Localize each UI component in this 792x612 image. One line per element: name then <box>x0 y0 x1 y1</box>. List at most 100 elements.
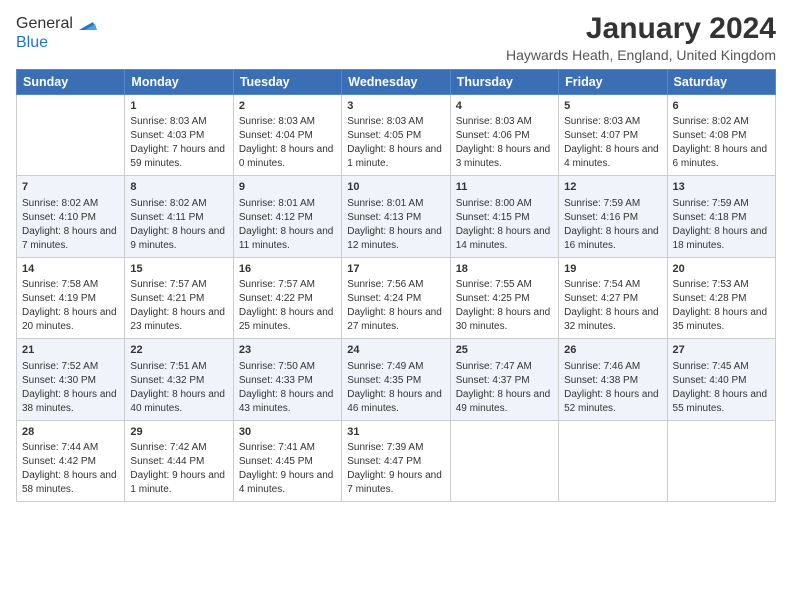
day-number: 3 <box>347 99 444 114</box>
col-header-saturday: Saturday <box>667 70 775 95</box>
daylight-text: Daylight: 8 hours and 4 minutes. <box>564 143 661 171</box>
daylight-text: Daylight: 8 hours and 23 minutes. <box>130 306 227 334</box>
day-cell: 5Sunrise: 8:03 AMSunset: 4:07 PMDaylight… <box>559 95 667 176</box>
sunrise-text: Sunrise: 8:03 AM <box>239 115 336 129</box>
sunset-text: Sunset: 4:13 PM <box>347 211 444 225</box>
logo-text: General Blue <box>16 14 97 52</box>
logo: General Blue <box>16 14 97 52</box>
day-cell: 24Sunrise: 7:49 AMSunset: 4:35 PMDayligh… <box>342 339 450 420</box>
daylight-text: Daylight: 8 hours and 38 minutes. <box>22 388 119 416</box>
week-row-2: 7Sunrise: 8:02 AMSunset: 4:10 PMDaylight… <box>17 176 776 257</box>
sunset-text: Sunset: 4:05 PM <box>347 129 444 143</box>
sunset-text: Sunset: 4:25 PM <box>456 292 553 306</box>
daylight-text: Daylight: 8 hours and 3 minutes. <box>456 143 553 171</box>
sunset-text: Sunset: 4:27 PM <box>564 292 661 306</box>
day-cell: 16Sunrise: 7:57 AMSunset: 4:22 PMDayligh… <box>233 257 341 338</box>
main-title: January 2024 <box>506 12 776 45</box>
week-row-4: 21Sunrise: 7:52 AMSunset: 4:30 PMDayligh… <box>17 339 776 420</box>
page: General Blue January 2024 Haywards Heath… <box>0 0 792 612</box>
day-number: 16 <box>239 262 336 277</box>
subtitle: Haywards Heath, England, United Kingdom <box>506 47 776 63</box>
day-cell <box>450 420 558 501</box>
day-cell: 22Sunrise: 7:51 AMSunset: 4:32 PMDayligh… <box>125 339 233 420</box>
day-number: 14 <box>22 262 119 277</box>
day-number: 24 <box>347 343 444 358</box>
sunrise-text: Sunrise: 7:52 AM <box>22 360 119 374</box>
day-cell: 14Sunrise: 7:58 AMSunset: 4:19 PMDayligh… <box>17 257 125 338</box>
day-number: 19 <box>564 262 661 277</box>
sunset-text: Sunset: 4:32 PM <box>130 374 227 388</box>
daylight-text: Daylight: 8 hours and 25 minutes. <box>239 306 336 334</box>
daylight-text: Daylight: 9 hours and 4 minutes. <box>239 469 336 497</box>
calendar-table: SundayMondayTuesdayWednesdayThursdayFrid… <box>16 69 776 502</box>
sunrise-text: Sunrise: 8:03 AM <box>130 115 227 129</box>
logo-general: General <box>16 15 73 33</box>
sunrise-text: Sunrise: 7:58 AM <box>22 278 119 292</box>
day-number: 23 <box>239 343 336 358</box>
day-number: 28 <box>22 425 119 440</box>
day-number: 8 <box>130 180 227 195</box>
sunrise-text: Sunrise: 7:39 AM <box>347 441 444 455</box>
day-number: 25 <box>456 343 553 358</box>
day-number: 1 <box>130 99 227 114</box>
sunset-text: Sunset: 4:40 PM <box>673 374 770 388</box>
day-cell: 6Sunrise: 8:02 AMSunset: 4:08 PMDaylight… <box>667 95 775 176</box>
day-cell: 3Sunrise: 8:03 AMSunset: 4:05 PMDaylight… <box>342 95 450 176</box>
daylight-text: Daylight: 7 hours and 59 minutes. <box>130 143 227 171</box>
sunrise-text: Sunrise: 7:57 AM <box>239 278 336 292</box>
daylight-text: Daylight: 8 hours and 7 minutes. <box>22 225 119 253</box>
header: General Blue January 2024 Haywards Heath… <box>16 12 776 63</box>
sunrise-text: Sunrise: 8:00 AM <box>456 197 553 211</box>
daylight-text: Daylight: 8 hours and 55 minutes. <box>673 388 770 416</box>
sunrise-text: Sunrise: 7:49 AM <box>347 360 444 374</box>
sunset-text: Sunset: 4:35 PM <box>347 374 444 388</box>
daylight-text: Daylight: 8 hours and 52 minutes. <box>564 388 661 416</box>
day-cell: 7Sunrise: 8:02 AMSunset: 4:10 PMDaylight… <box>17 176 125 257</box>
day-cell: 17Sunrise: 7:56 AMSunset: 4:24 PMDayligh… <box>342 257 450 338</box>
sunset-text: Sunset: 4:42 PM <box>22 455 119 469</box>
daylight-text: Daylight: 8 hours and 20 minutes. <box>22 306 119 334</box>
day-number: 11 <box>456 180 553 195</box>
day-number: 12 <box>564 180 661 195</box>
day-number: 22 <box>130 343 227 358</box>
day-number: 6 <box>673 99 770 114</box>
daylight-text: Daylight: 8 hours and 43 minutes. <box>239 388 336 416</box>
day-cell: 29Sunrise: 7:42 AMSunset: 4:44 PMDayligh… <box>125 420 233 501</box>
day-cell: 13Sunrise: 7:59 AMSunset: 4:18 PMDayligh… <box>667 176 775 257</box>
sunset-text: Sunset: 4:19 PM <box>22 292 119 306</box>
sunrise-text: Sunrise: 8:03 AM <box>456 115 553 129</box>
sunrise-text: Sunrise: 8:03 AM <box>564 115 661 129</box>
sunrise-text: Sunrise: 7:50 AM <box>239 360 336 374</box>
sunrise-text: Sunrise: 7:53 AM <box>673 278 770 292</box>
sunrise-text: Sunrise: 7:59 AM <box>673 197 770 211</box>
daylight-text: Daylight: 8 hours and 1 minute. <box>347 143 444 171</box>
day-cell: 10Sunrise: 8:01 AMSunset: 4:13 PMDayligh… <box>342 176 450 257</box>
sunrise-text: Sunrise: 7:56 AM <box>347 278 444 292</box>
daylight-text: Daylight: 8 hours and 0 minutes. <box>239 143 336 171</box>
sunset-text: Sunset: 4:37 PM <box>456 374 553 388</box>
sunrise-text: Sunrise: 7:44 AM <box>22 441 119 455</box>
col-header-wednesday: Wednesday <box>342 70 450 95</box>
day-cell <box>667 420 775 501</box>
daylight-text: Daylight: 9 hours and 7 minutes. <box>347 469 444 497</box>
daylight-text: Daylight: 8 hours and 6 minutes. <box>673 143 770 171</box>
day-cell: 27Sunrise: 7:45 AMSunset: 4:40 PMDayligh… <box>667 339 775 420</box>
day-cell: 8Sunrise: 8:02 AMSunset: 4:11 PMDaylight… <box>125 176 233 257</box>
day-cell: 19Sunrise: 7:54 AMSunset: 4:27 PMDayligh… <box>559 257 667 338</box>
daylight-text: Daylight: 8 hours and 12 minutes. <box>347 225 444 253</box>
day-cell <box>559 420 667 501</box>
sunrise-text: Sunrise: 7:54 AM <box>564 278 661 292</box>
daylight-text: Daylight: 8 hours and 9 minutes. <box>130 225 227 253</box>
sunrise-text: Sunrise: 8:03 AM <box>347 115 444 129</box>
sunrise-text: Sunrise: 7:57 AM <box>130 278 227 292</box>
day-cell: 23Sunrise: 7:50 AMSunset: 4:33 PMDayligh… <box>233 339 341 420</box>
sunrise-text: Sunrise: 8:02 AM <box>22 197 119 211</box>
daylight-text: Daylight: 8 hours and 11 minutes. <box>239 225 336 253</box>
daylight-text: Daylight: 8 hours and 30 minutes. <box>456 306 553 334</box>
sunset-text: Sunset: 4:08 PM <box>673 129 770 143</box>
sunset-text: Sunset: 4:04 PM <box>239 129 336 143</box>
day-number: 4 <box>456 99 553 114</box>
day-cell: 2Sunrise: 8:03 AMSunset: 4:04 PMDaylight… <box>233 95 341 176</box>
sunrise-text: Sunrise: 7:46 AM <box>564 360 661 374</box>
day-cell: 12Sunrise: 7:59 AMSunset: 4:16 PMDayligh… <box>559 176 667 257</box>
